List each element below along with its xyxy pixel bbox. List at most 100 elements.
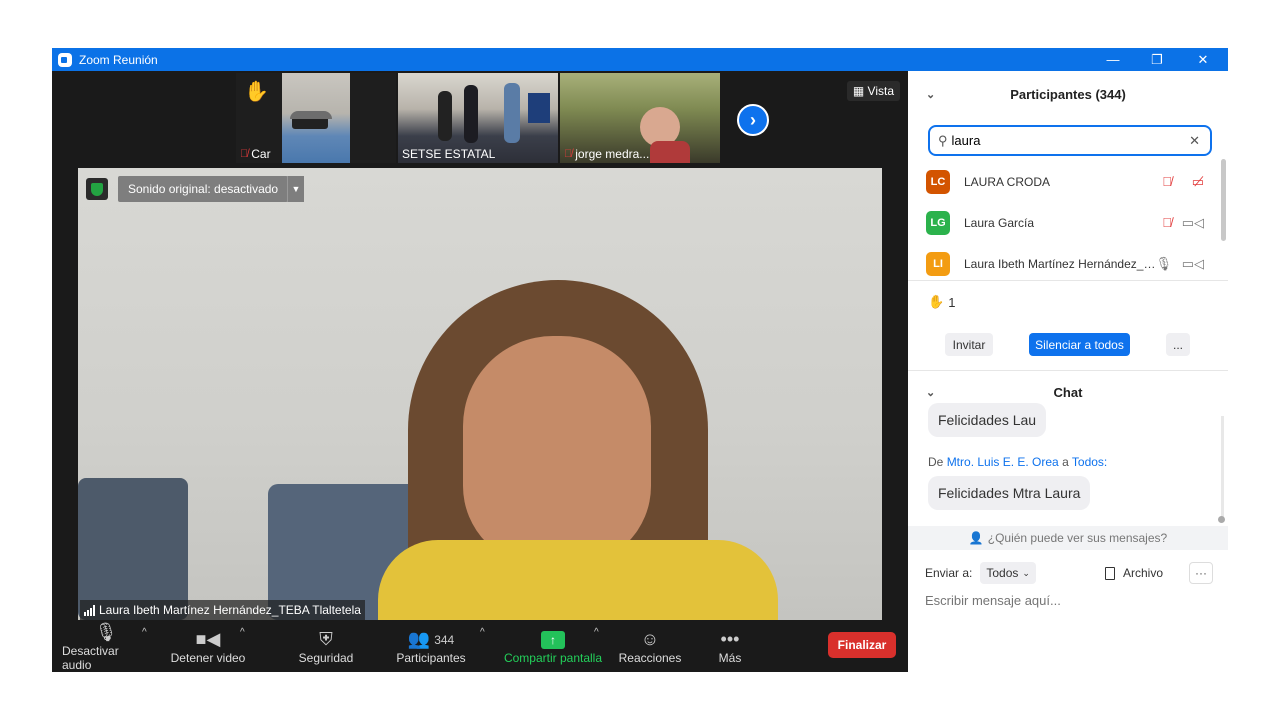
security-shield-icon [86,178,108,200]
mic-muted-icon: 🎙̸ [564,148,573,160]
video-camera-icon[interactable]: ▭◁ [1182,256,1204,272]
mute-all-button[interactable]: Silenciar a todos [1029,333,1130,356]
clear-search-icon[interactable]: ✕ [1189,133,1200,149]
chat-scroll-thumb[interactable] [1218,516,1225,523]
grid-icon: ▦ [852,84,868,98]
zoom-logo-icon [58,52,72,67]
original-sound-dropdown[interactable]: ▼ [287,176,304,202]
participant-name: Laura Ibeth Martínez Hernández_TEBA Tlal… [964,256,1159,271]
share-screen-icon: ↑ [541,630,565,649]
close-window-button[interactable]: ✕ [1180,48,1226,71]
participants-header: ⌄ Participantes (344) [908,71,1228,117]
person-icon: 👤 [968,531,984,545]
maximize-button[interactable]: ❐ [1134,48,1180,71]
participant-search-input[interactable] [951,133,1172,148]
chevron-down-icon: ⌄ [1022,567,1030,578]
main-speaker-video: Sonido original: desactivado ▼ Laura Ibe… [78,168,882,620]
thumbnail-label: 🎙̸ jorge medra... [564,147,650,161]
avatar: LC [926,169,950,194]
participant-name: Laura García [964,215,1035,230]
send-to-dropdown[interactable]: Todos ⌄ [980,562,1036,584]
raised-hand-icon: ✋ [244,81,269,103]
thumbnail-video[interactable]: SETSE ESTATAL [398,73,558,163]
title-bar: Zoom Reunión — ❐ ✕ [52,48,1228,71]
participants-button[interactable]: 👥 344 Participantes [392,621,470,672]
minimize-button[interactable]: — [1090,48,1136,71]
participant-video-image [282,73,350,163]
thumbnail-video[interactable]: ✋ 🎙̸ Car [236,73,396,163]
thumbnail-video[interactable]: 🎙̸ jorge medra... [560,73,720,163]
who-can-see-link[interactable]: 👤 ¿Quién puede ver sus mensajes? [908,526,1228,550]
share-screen-button[interactable]: ↑ Compartir pantalla [502,621,604,672]
side-panel: ⌄ Participantes (344) ⚲ ✕ LC LAURA CRODA… [908,71,1228,672]
search-icon: ⚲ [938,132,948,148]
video-camera-icon[interactable]: ▭◁ [1182,215,1204,231]
chat-message: Felicidades Mtra Laura [928,476,1091,510]
thumbnail-strip: ✋ 🎙̸ Car SETSE ESTATAL 🎙̸ jorge medra... [236,73,720,165]
reactions-button[interactable]: ☺ Reacciones [618,621,682,672]
video-off-icon[interactable]: ▭̸ [1192,174,1204,190]
avatar: LG [926,210,950,235]
thumbnail-label: SETSE ESTATAL [402,147,496,161]
caret-down-icon: ▼ [291,184,301,194]
participants-more-button[interactable]: ... [1166,333,1190,356]
chat-sender[interactable]: Mtro. Luis E. E. Orea [947,455,1059,469]
collapse-chevron-icon[interactable]: ⌄ [926,88,935,101]
security-button[interactable]: ⛨ Seguridad [294,621,358,672]
participant-scrollbar[interactable] [1221,159,1226,241]
participants-options-caret[interactable]: ^ [480,627,485,638]
more-button[interactable]: ••• Más [712,621,748,672]
participant-name: LAURA CRODA [964,174,1051,189]
microphone-icon[interactable]: 🎙 [1155,256,1172,272]
mic-muted-icon[interactable]: 🎙̸ [1162,174,1172,189]
participant-search: ⚲ ✕ [928,125,1212,156]
share-options-caret[interactable]: ^ [594,627,599,638]
video-camera-icon: ■◀ [195,629,221,649]
invite-button[interactable]: Invitar [945,333,993,356]
shield-icon: ⛨ [319,629,333,649]
chat-sender-line: De Mtro. Luis E. E. Orea a Todos: [928,455,1108,469]
more-dots-icon: ••• [720,629,740,649]
participant-list: LC LAURA CRODA 🎙̸ ▭̸ LG Laura García 🎙̸ … [908,161,1228,281]
chat-title: Chat [1053,384,1083,400]
chat-message: Felicidades Lau [928,403,1047,437]
raised-hand-icon: ✋ [928,294,945,309]
chat-recipient[interactable]: Todos: [1072,455,1107,469]
view-button[interactable]: ▦ Vista [846,81,900,101]
audio-options-caret[interactable]: ^ [142,627,147,638]
video-options-caret[interactable]: ^ [240,627,245,638]
chevron-right-icon: › [750,109,756,130]
chat-more-button[interactable]: ··· [1189,562,1213,584]
divider [908,280,1228,281]
participant-row[interactable]: LI Laura Ibeth Martínez Hernández_TEBA T… [908,243,1228,281]
mic-muted-icon[interactable]: 🎙̸ [1162,215,1172,230]
avatar: LI [926,251,950,276]
next-page-button[interactable]: › [737,104,769,136]
thumbnail-label: 🎙̸ Car [240,147,271,161]
participant-row[interactable]: LG Laura García 🎙̸ ▭◁ [908,202,1228,243]
file-button[interactable]: Archivo [1105,566,1163,580]
participant-row[interactable]: LC LAURA CRODA 🎙̸ ▭̸ [908,161,1228,202]
send-to-row: Enviar a: Todos ⌄ Archivo ··· [925,561,1215,585]
end-meeting-button[interactable]: Finalizar [828,632,896,658]
mic-muted-icon: 🎙̸ [240,148,249,160]
chat-scrollbar[interactable] [1221,416,1224,521]
send-to-label: Enviar a: [925,566,973,580]
participants-icon: 👥 344 [407,629,455,649]
window-title: Zoom Reunión [79,52,158,67]
raised-hands-count: ✋ 1 [928,294,956,310]
zoom-window: Zoom Reunión — ❐ ✕ ✋ 🎙̸ Car SETSE ESTATAL [52,48,1228,672]
stop-video-button[interactable]: ■◀ Detener video [168,621,248,672]
chat-message-input[interactable] [925,593,1215,608]
video-stage: ✋ 🎙̸Car SETSE ESTATAL 🎙̸jorge medra... [52,71,908,672]
signal-bars-icon [84,604,95,616]
meeting-toolbar: 🎙 Desactivar audio ^ ■◀ Detener video ^ … [52,621,908,672]
microphone-icon: 🎙 [94,622,118,642]
participants-title: Participantes (344) [1010,86,1126,102]
collapse-chevron-icon[interactable]: ⌄ [926,386,935,399]
speaker-name-tag: Laura Ibeth Martínez Hernández_TEBA Tlal… [80,600,365,620]
smiley-plus-icon: ☺ [640,629,660,649]
file-icon [1105,566,1115,580]
mute-audio-button[interactable]: 🎙 Desactivar audio [62,621,150,672]
original-sound-banner[interactable]: Sonido original: desactivado [118,176,289,202]
